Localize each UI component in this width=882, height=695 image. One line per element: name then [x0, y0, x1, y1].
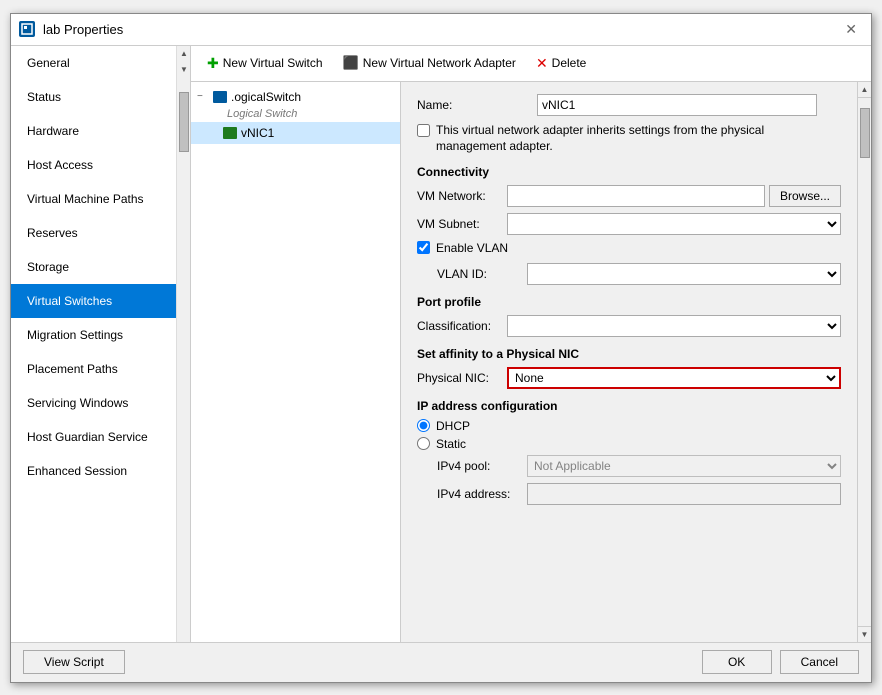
physical-nic-row: Physical NIC: None: [417, 367, 841, 389]
sidebar-item-general[interactable]: General: [11, 46, 176, 80]
sidebar-item-servicing[interactable]: Servicing Windows: [11, 386, 176, 420]
sidebar-item-hardware[interactable]: Hardware: [11, 114, 176, 148]
connectivity-header: Connectivity: [417, 165, 841, 179]
new-virtual-switch-button[interactable]: ✚ New Virtual Switch: [199, 52, 331, 75]
enable-vlan-row: Enable VLAN: [417, 241, 841, 257]
scroll-up-detail[interactable]: ▲: [858, 82, 871, 98]
window-icon: [19, 21, 35, 37]
ipv4-address-row: IPv4 address:: [417, 483, 841, 505]
static-radio[interactable]: [417, 437, 430, 450]
sidebar-list: General Status Hardware Host Access Virt…: [11, 46, 176, 642]
vm-network-row: VM Network: Browse...: [417, 185, 841, 207]
tree-item-vnic[interactable]: vNIC1: [191, 122, 400, 144]
footer: View Script OK Cancel: [11, 642, 871, 682]
tree-nic-name: vNIC1: [241, 126, 274, 140]
port-profile-header: Port profile: [417, 295, 841, 309]
detail-scroll-thumb: [860, 108, 870, 158]
detail-pane: Name: This virtual network adapter inher…: [401, 82, 857, 642]
ipv4-pool-select[interactable]: Not Applicable: [527, 455, 841, 477]
detail-panel-wrapper: Name: This virtual network adapter inher…: [401, 82, 871, 642]
sidebar-item-placement[interactable]: Placement Paths: [11, 352, 176, 386]
vm-subnet-label: VM Subnet:: [417, 217, 507, 231]
inherit-checkbox[interactable]: [417, 124, 430, 137]
new-virtual-switch-label: New Virtual Switch: [223, 56, 323, 70]
scroll-down-detail[interactable]: ▼: [858, 626, 871, 642]
sidebar: General Status Hardware Host Access Virt…: [11, 46, 191, 642]
sidebar-item-status[interactable]: Status: [11, 80, 176, 114]
ipv4-pool-label: IPv4 pool:: [437, 459, 527, 473]
sidebar-scrollbar[interactable]: ▲ ▼: [176, 46, 190, 642]
switch-icon: [213, 91, 227, 103]
network-adapter-icon: ⬛: [343, 55, 359, 71]
detail-scrollbar[interactable]: ▲ ▼: [857, 82, 871, 642]
scroll-up-btn[interactable]: ▲: [177, 46, 191, 62]
scroll-thumb: [179, 92, 189, 152]
nic-icon: [223, 127, 237, 139]
dhcp-radio-row: DHCP: [417, 419, 841, 433]
classification-select[interactable]: [507, 315, 841, 337]
sidebar-item-enhanced[interactable]: Enhanced Session: [11, 454, 176, 488]
delete-button[interactable]: ✕ Delete: [528, 52, 594, 75]
delete-label: Delete: [552, 56, 587, 70]
tree-item-logical-switch[interactable]: − .ogicalSwitch: [191, 86, 400, 108]
dhcp-radio[interactable]: [417, 419, 430, 432]
name-row: Name:: [417, 94, 841, 116]
title-bar: lab Properties ✕: [11, 14, 871, 46]
ipv4-address-label: IPv4 address:: [437, 487, 527, 501]
ip-header: IP address configuration: [417, 399, 841, 413]
enable-vlan-label: Enable VLAN: [436, 241, 508, 257]
static-label: Static: [436, 437, 466, 451]
ipv4-address-input[interactable]: [527, 483, 841, 505]
ok-button[interactable]: OK: [702, 650, 772, 674]
classification-label: Classification:: [417, 319, 507, 333]
cancel-button[interactable]: Cancel: [780, 650, 859, 674]
delete-icon: ✕: [536, 55, 548, 72]
static-radio-row: Static: [417, 437, 841, 451]
close-button[interactable]: ✕: [839, 19, 863, 40]
main-panel: ✚ New Virtual Switch ⬛ New Virtual Netwo…: [191, 46, 871, 642]
vm-subnet-select[interactable]: [507, 213, 841, 235]
enable-vlan-checkbox[interactable]: [417, 241, 430, 254]
sidebar-item-vm-paths[interactable]: Virtual Machine Paths: [11, 182, 176, 216]
physical-nic-select[interactable]: None: [507, 367, 841, 389]
vlan-id-select[interactable]: [527, 263, 841, 285]
tree-pane: − .ogicalSwitch Logical Switch vNIC1: [191, 82, 401, 642]
inherit-label: This virtual network adapter inherits se…: [436, 122, 776, 156]
tree-expand-icon: −: [197, 91, 213, 102]
vlan-id-row: VLAN ID:: [417, 263, 841, 285]
classification-row: Classification:: [417, 315, 841, 337]
ipv4-pool-row: IPv4 pool: Not Applicable: [417, 455, 841, 477]
sidebar-item-virtual-switches[interactable]: Virtual Switches: [11, 284, 176, 318]
content-area: General Status Hardware Host Access Virt…: [11, 46, 871, 642]
tree-switch-type: Logical Switch: [227, 108, 400, 122]
new-virtual-network-adapter-button[interactable]: ⬛ New Virtual Network Adapter: [335, 52, 524, 74]
vm-subnet-row: VM Subnet:: [417, 213, 841, 235]
vlan-id-label: VLAN ID:: [437, 267, 527, 281]
sidebar-item-storage[interactable]: Storage: [11, 250, 176, 284]
sidebar-item-host-access[interactable]: Host Access: [11, 148, 176, 182]
name-input[interactable]: [537, 94, 817, 116]
new-virtual-network-adapter-label: New Virtual Network Adapter: [363, 56, 516, 70]
scroll-down-btn[interactable]: ▼: [177, 62, 191, 78]
vm-network-input[interactable]: [507, 185, 765, 207]
split-pane: − .ogicalSwitch Logical Switch vNIC1: [191, 82, 871, 642]
tree-switch-name: .ogicalSwitch: [231, 90, 301, 104]
browse-button[interactable]: Browse...: [769, 185, 841, 207]
physical-nic-label: Physical NIC:: [417, 371, 507, 385]
main-window: lab Properties ✕ General Status Hardware…: [10, 13, 872, 683]
name-label: Name:: [417, 98, 537, 112]
window-title: lab Properties: [43, 22, 123, 37]
sidebar-item-migration[interactable]: Migration Settings: [11, 318, 176, 352]
dhcp-label: DHCP: [436, 419, 470, 433]
inherit-checkbox-row: This virtual network adapter inherits se…: [417, 122, 841, 156]
toolbar: ✚ New Virtual Switch ⬛ New Virtual Netwo…: [191, 46, 871, 82]
sidebar-item-reserves[interactable]: Reserves: [11, 216, 176, 250]
view-script-button[interactable]: View Script: [23, 650, 125, 674]
vm-network-label: VM Network:: [417, 189, 507, 203]
plus-icon: ✚: [207, 55, 219, 72]
physical-nic-header: Set affinity to a Physical NIC: [417, 347, 841, 361]
sidebar-item-guardian[interactable]: Host Guardian Service: [11, 420, 176, 454]
